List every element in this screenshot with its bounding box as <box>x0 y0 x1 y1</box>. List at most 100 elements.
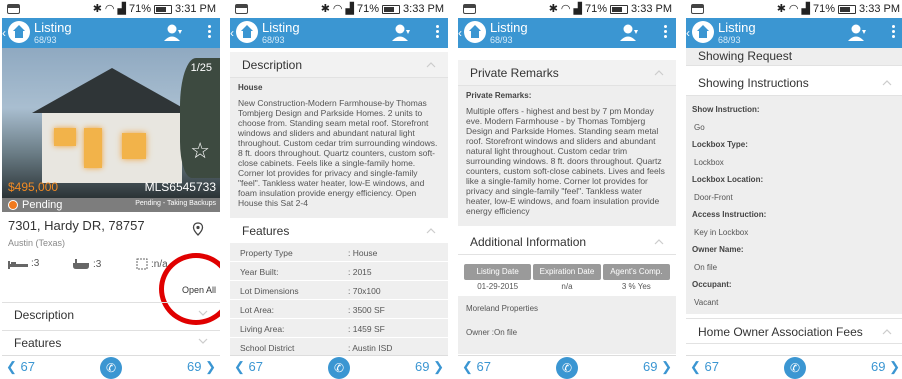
field-value: On file <box>694 263 718 272</box>
battery-percent: 71% <box>813 3 836 15</box>
showing-request-header[interactable]: Showing Request <box>686 48 902 66</box>
user-pin-icon[interactable] <box>390 22 412 44</box>
section-label: Showing Instructions <box>698 76 809 90</box>
table-row: Lot Dimensions: 70x100 <box>230 281 448 300</box>
private-remarks-body: Private Remarks: Multiple offers - highe… <box>458 86 676 226</box>
table-row: Lot Area:: 3500 SF <box>230 300 448 319</box>
prev-listing-button[interactable]: ❮ 67 <box>690 359 719 375</box>
home-logo-icon[interactable] <box>8 21 30 43</box>
house-window <box>84 128 102 168</box>
user-pin-icon[interactable] <box>618 22 640 44</box>
section-description[interactable]: Description <box>2 302 220 324</box>
beds-feature: :3 <box>8 258 39 269</box>
field-value: Lockbox <box>694 158 724 167</box>
app-bar: ‹ Listing 68/93 <box>686 18 902 48</box>
menu-icon[interactable] <box>432 23 442 43</box>
prev-listing-button[interactable]: ❮ 67 <box>462 359 491 375</box>
next-listing-button[interactable]: 69 ❯ <box>871 359 900 375</box>
bath-icon <box>73 259 89 269</box>
next-listing-button[interactable]: 69 ❯ <box>643 359 672 375</box>
section-label: Description <box>242 58 303 72</box>
next-arrow-icon: ❯ <box>433 359 444 374</box>
phone-screen-2: ✱ ◠ ▟ 71% 3:33 PM ‹ Listing 68/93 Descri… <box>230 0 448 379</box>
prev-number: 67 <box>704 359 719 374</box>
section-label: Description <box>14 308 75 322</box>
clock: 3:33 PM <box>859 3 900 15</box>
photo-counter: 1/25 <box>190 62 212 74</box>
phone-screen-3: ✱ ◠ ▟ 71% 3:33 PM ‹ Listing 68/93 Privat… <box>458 0 676 379</box>
phone-icon[interactable]: ✆ <box>100 357 122 379</box>
field-value: Key in Lockbox <box>694 228 749 237</box>
baths-count: :3 <box>93 258 102 270</box>
column-header: Listing Date <box>464 264 532 280</box>
next-listing-button[interactable]: 69 ❯ <box>415 359 444 375</box>
next-number: 69 <box>871 359 886 374</box>
private-remarks-header[interactable]: Private Remarks <box>458 60 676 86</box>
battery-percent: 71% <box>129 3 152 15</box>
app-title: Listing <box>718 20 756 35</box>
section-label: Additional Information <box>470 235 587 249</box>
house-body <box>42 113 182 183</box>
wifi-icon: ◠ <box>104 3 115 15</box>
feature-value: : 3500 SF <box>348 305 385 315</box>
phone-icon[interactable]: ✆ <box>556 357 578 379</box>
additional-info-body: Moreland Properties Owner :On file <box>458 296 676 354</box>
additional-info-header[interactable]: Additional Information <box>458 229 676 255</box>
features-header[interactable]: Features <box>230 218 448 244</box>
bed-icon <box>8 260 28 269</box>
phone-icon[interactable]: ✆ <box>328 357 350 379</box>
chevron-up-icon <box>426 228 436 234</box>
feature-value: : House <box>348 248 378 258</box>
company-name: Moreland Properties <box>466 304 539 313</box>
hoa-fees-header[interactable]: Home Owner Association Fees <box>686 318 902 344</box>
user-pin-icon[interactable] <box>162 22 184 44</box>
bottom-nav: ❮ 67 ✆ 69 ❯ <box>230 355 448 379</box>
features-table: Property Type: House Year Built:: 2015 L… <box>230 243 448 357</box>
description-header[interactable]: Description <box>230 52 448 78</box>
column-header: Expiration Date <box>533 264 601 280</box>
home-logo-icon[interactable] <box>692 21 714 43</box>
back-chevron-icon[interactable]: ‹ <box>458 26 462 40</box>
section-label: Features <box>242 224 290 238</box>
showing-instructions-header[interactable]: Showing Instructions <box>686 70 902 96</box>
back-chevron-icon[interactable]: ‹ <box>2 26 6 40</box>
next-number: 69 <box>415 359 430 374</box>
field-value: Go <box>694 123 705 132</box>
home-logo-icon[interactable] <box>236 21 258 43</box>
back-chevron-icon[interactable]: ‹ <box>230 26 234 40</box>
menu-icon[interactable] <box>888 23 898 43</box>
map-pin-icon[interactable] <box>192 222 204 236</box>
menu-icon[interactable] <box>660 23 670 43</box>
wifi-icon: ◠ <box>560 3 571 15</box>
owner-info: Owner :On file <box>466 328 518 337</box>
listing-photo[interactable]: 1/25 ☆ $495,000 MLS6545733 <box>2 48 220 198</box>
chevron-up-icon <box>654 239 664 245</box>
area-icon <box>136 258 148 270</box>
home-logo-icon[interactable] <box>464 21 486 43</box>
back-chevron-icon[interactable]: ‹ <box>686 26 690 40</box>
baths-feature: :3 <box>72 258 101 270</box>
user-pin-icon[interactable] <box>846 22 868 44</box>
chevron-up-icon <box>654 70 664 76</box>
section-features[interactable]: Features <box>2 330 220 352</box>
prev-listing-button[interactable]: ❮ 67 <box>6 359 35 375</box>
bluetooth-icon: ✱ <box>92 3 102 15</box>
status-bar: ✱ ◠ ▟ 71% 3:33 PM <box>458 0 676 18</box>
phone-icon[interactable]: ✆ <box>784 357 806 379</box>
feature-key: Year Built: <box>240 267 279 277</box>
menu-icon[interactable] <box>204 23 214 43</box>
address: 7301, Hardy DR, 78757 <box>8 218 145 233</box>
notification-icon <box>235 4 248 14</box>
bluetooth-icon: ✱ <box>320 3 330 15</box>
prev-number: 67 <box>20 359 35 374</box>
next-listing-button[interactable]: 69 ❯ <box>187 359 216 375</box>
status-bar: ✱ ◠ ▟ 71% 3:31 PM <box>2 0 220 18</box>
app-bar: ‹ Listing 68/93 <box>230 18 448 48</box>
table-cell: 01-29-2015 <box>477 282 519 291</box>
chevron-up-icon <box>882 80 892 86</box>
mls-number: MLS6545733 <box>144 180 216 194</box>
star-icon[interactable]: ☆ <box>190 138 210 164</box>
prev-listing-button[interactable]: ❮ 67 <box>234 359 263 375</box>
app-title: Listing <box>262 20 300 35</box>
listing-position: 68/93 <box>718 35 741 45</box>
